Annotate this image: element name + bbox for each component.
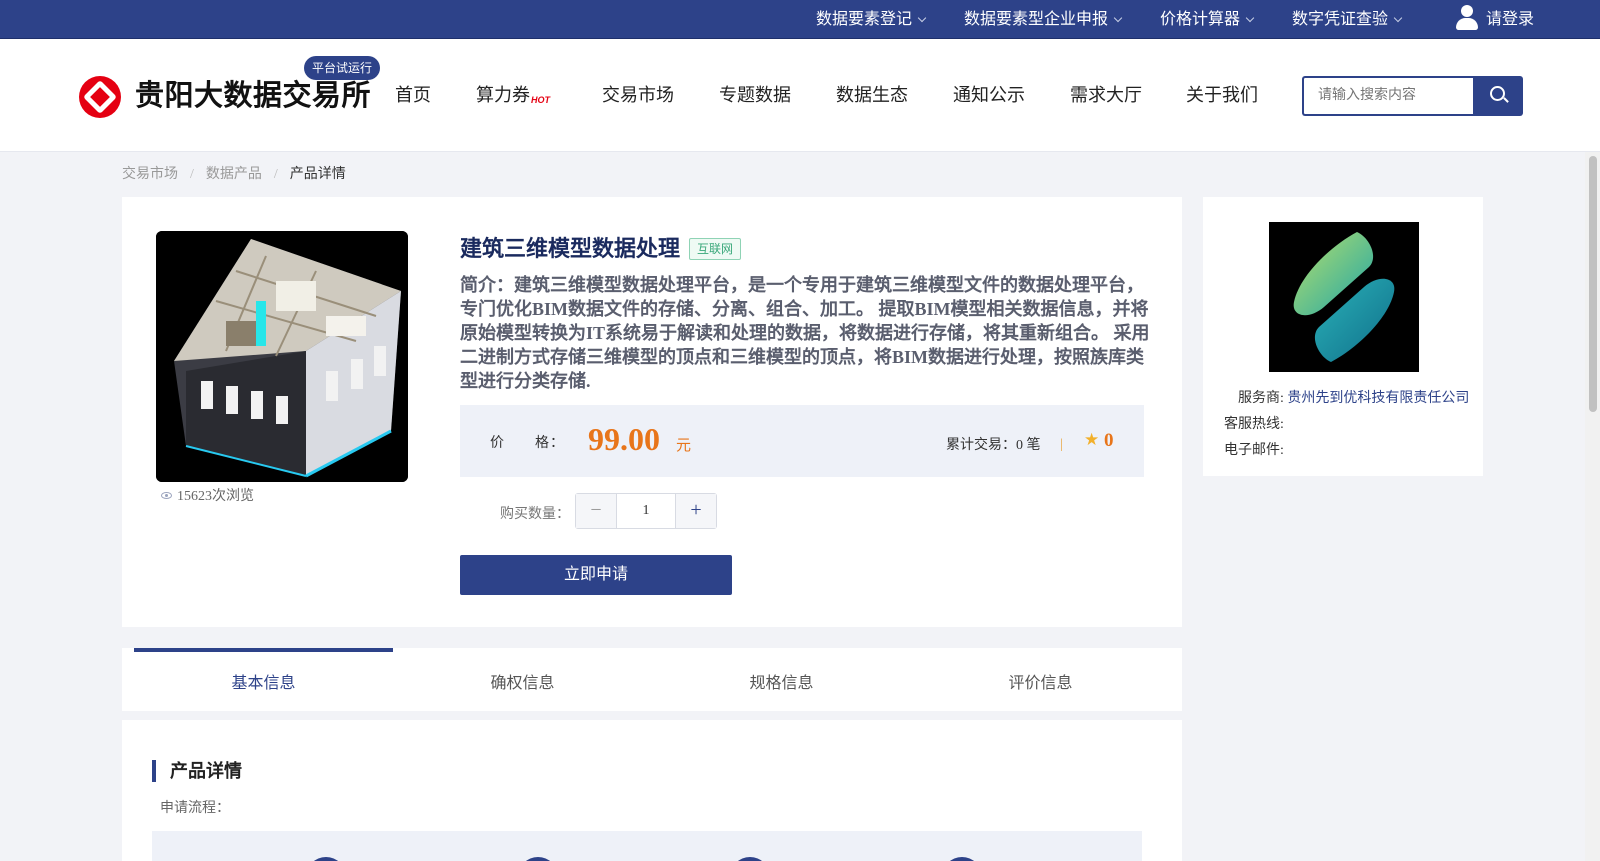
trade-label: 累计交易：	[946, 438, 1016, 453]
chevron-down-icon	[1393, 13, 1403, 23]
nav-item-about-us[interactable]: 关于我们	[1186, 80, 1258, 110]
nav-item-trade-market[interactable]: 交易市场	[602, 80, 674, 110]
login-link[interactable]: 请登录	[1456, 0, 1534, 39]
nav-label: 算力券	[476, 85, 530, 105]
view-count: 15623次浏览	[161, 487, 254, 507]
topbar-item-data-registration[interactable]: 数据要素登记	[816, 0, 927, 39]
breadcrumb-current: 产品详情	[289, 167, 346, 182]
section-title: 产品详情	[152, 760, 242, 782]
breadcrumb-separator: /	[273, 167, 278, 182]
nav-item-home[interactable]: 首页	[395, 80, 431, 110]
provider-row: 服务商: 贵州先到优科技有限责任公司	[1238, 387, 1469, 407]
quantity-stepper: − +	[575, 493, 717, 529]
provider-name-link[interactable]: 贵州先到优科技有限责任公司	[1287, 391, 1469, 406]
nav-label: 首页	[395, 85, 431, 105]
product-image	[156, 231, 408, 482]
hotline-label: 客服热线:	[1224, 417, 1284, 432]
topbar-item-certificate-check[interactable]: 数字凭证查验	[1292, 0, 1403, 39]
nav-item-compute-voucher[interactable]: 算力券HOT	[476, 80, 550, 110]
price-unit: 元	[676, 438, 692, 454]
nav-label: 专题数据	[719, 85, 791, 105]
view-count-text: 15623次浏览	[177, 489, 254, 504]
breadcrumb-link-data-products[interactable]: 数据产品	[206, 167, 262, 182]
product-description: 简介：建筑三维模型数据处理平台，是一个专用于建筑三维模型文件的数据处理平台，专门…	[460, 275, 1150, 391]
category-tag: 互联网	[689, 238, 742, 260]
nav-label: 通知公示	[953, 85, 1025, 105]
email-label: 电子邮件:	[1224, 443, 1284, 458]
tab-basic-info[interactable]: 基本信息	[134, 648, 393, 711]
star-icon: ★	[1084, 430, 1100, 449]
tab-spec-info[interactable]: 规格信息	[652, 648, 911, 711]
nav-label: 交易市场	[602, 85, 674, 105]
topbar-item-label: 数据要素登记	[816, 11, 913, 28]
top-utility-bar: 数据要素登记 数据要素型企业申报 价格计算器 数字凭证查验 请登录	[0, 0, 1600, 39]
trial-badge: 平台试运行	[304, 56, 380, 80]
hot-icon: HOT	[531, 95, 550, 105]
topbar-item-label: 数据要素型企业申报	[964, 11, 1109, 28]
tab-rights-info[interactable]: 确权信息	[393, 648, 652, 711]
chevron-down-icon	[1245, 13, 1255, 23]
topbar-item-label: 数字凭证查验	[1292, 11, 1389, 28]
nav-label: 需求大厅	[1070, 85, 1142, 105]
topbar-item-label: 价格计算器	[1160, 11, 1241, 28]
product-title: 建筑三维模型数据处理	[460, 236, 681, 261]
breadcrumb-link-trade-market[interactable]: 交易市场	[122, 167, 178, 182]
topbar-item-price-calculator[interactable]: 价格计算器	[1160, 0, 1255, 39]
trade-count-value: 0	[1016, 438, 1023, 453]
nav-item-demand-hall[interactable]: 需求大厅	[1070, 80, 1142, 110]
price-value: 99.00	[588, 421, 660, 457]
scrollbar-thumb[interactable]	[1589, 156, 1597, 412]
decrement-button[interactable]: −	[576, 494, 617, 528]
site-logo-icon[interactable]	[79, 76, 121, 118]
nav-item-notices[interactable]: 通知公示	[953, 80, 1025, 110]
nav-item-data-ecosystem[interactable]: 数据生态	[836, 80, 908, 110]
breadcrumb: 交易市场 / 数据产品 / 产品详情	[122, 164, 346, 186]
eye-icon	[161, 492, 172, 499]
search-input[interactable]	[1302, 76, 1473, 116]
topbar-item-enterprise-declaration[interactable]: 数据要素型企业申报	[964, 0, 1123, 39]
chevron-down-icon	[917, 13, 927, 23]
user-icon	[1456, 5, 1478, 31]
quantity-input[interactable]	[617, 494, 675, 528]
provider-label: 服务商:	[1238, 391, 1284, 406]
divider: |	[1060, 437, 1063, 452]
quantity-label: 购买数量：	[500, 507, 570, 522]
login-label: 请登录	[1486, 11, 1535, 28]
price-label: 价 格：	[490, 436, 565, 451]
rating-value: 0	[1104, 430, 1114, 451]
site-title[interactable]: 贵阳大数据交易所	[135, 76, 371, 116]
nav-label: 数据生态	[836, 85, 908, 105]
tab-review-info[interactable]: 评价信息	[911, 648, 1170, 711]
provider-logo	[1269, 222, 1419, 372]
trade-unit: 笔	[1026, 438, 1041, 453]
breadcrumb-separator: /	[190, 167, 194, 182]
nav-label: 关于我们	[1186, 85, 1258, 105]
search-button[interactable]	[1473, 76, 1523, 116]
process-label: 申请流程：	[160, 801, 230, 816]
apply-button[interactable]: 立即申请	[460, 555, 732, 595]
chevron-down-icon	[1113, 13, 1123, 23]
increment-button[interactable]: +	[675, 494, 716, 528]
nav-item-topic-data[interactable]: 专题数据	[719, 80, 791, 110]
process-band	[152, 831, 1142, 861]
trade-count: 累计交易：0 笔	[946, 434, 1041, 454]
